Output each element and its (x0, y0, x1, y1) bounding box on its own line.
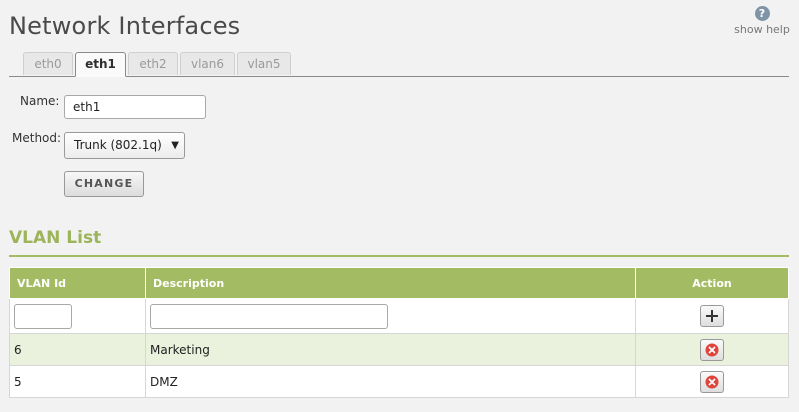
interface-tabs: eth0 eth1 eth2 vlan6 vlan5 (9, 52, 789, 77)
vlan-id-cell: 6 (9, 333, 146, 366)
table-row: 5 DMZ (9, 365, 789, 398)
plus-icon (706, 310, 718, 322)
section-divider (9, 255, 789, 257)
new-vlan-id-cell (9, 298, 146, 334)
description-cell: Marketing (145, 333, 636, 366)
delete-icon (705, 375, 719, 388)
vlan-id-cell: 5 (9, 365, 146, 398)
add-vlan-button[interactable] (700, 305, 724, 327)
method-select[interactable]: Trunk (802.1q) ▼ (64, 132, 185, 159)
delete-vlan-button[interactable] (700, 338, 724, 361)
tab-eth1[interactable]: eth1 (75, 52, 126, 77)
tab-vlan5[interactable]: vlan5 (237, 52, 291, 75)
new-description-cell (145, 298, 636, 334)
description-cell: DMZ (145, 365, 636, 398)
vlan-table: VLAN Id Description Action 6 Marketing 5… (9, 267, 789, 398)
delete-icon (705, 343, 719, 356)
new-description-input[interactable] (150, 303, 388, 329)
question-icon[interactable]: ? (754, 6, 770, 21)
table-row: 6 Marketing (9, 333, 789, 366)
method-label: Method: (12, 131, 62, 145)
tab-eth2[interactable]: eth2 (128, 52, 178, 75)
action-cell (635, 365, 789, 398)
page-title: Network Interfaces (9, 12, 241, 40)
show-help-label[interactable]: show help (734, 23, 790, 36)
name-field[interactable] (64, 95, 206, 119)
delete-vlan-button[interactable] (700, 370, 724, 393)
column-header-vlan-id: VLAN Id (9, 267, 146, 299)
name-label: Name: (20, 94, 60, 108)
vlan-table-header: VLAN Id Description Action (9, 267, 789, 299)
action-cell (635, 333, 789, 366)
change-button[interactable]: CHANGE (64, 171, 144, 197)
network-interfaces-page: Network Interfaces ? show help eth0 eth1… (0, 0, 799, 412)
column-header-action: Action (635, 267, 789, 299)
method-selected-value: Trunk (802.1q) (74, 138, 162, 152)
dropdown-arrow-icon: ▼ (171, 140, 179, 151)
new-vlan-id-input[interactable] (14, 303, 72, 329)
show-help-link[interactable]: ? show help (730, 6, 794, 36)
tab-eth0[interactable]: eth0 (23, 52, 73, 75)
tab-vlan6[interactable]: vlan6 (180, 52, 235, 75)
new-action-cell (635, 298, 789, 334)
vlan-list-title: VLAN List (9, 228, 102, 248)
new-vlan-row (9, 298, 789, 334)
column-header-description: Description (145, 267, 636, 299)
